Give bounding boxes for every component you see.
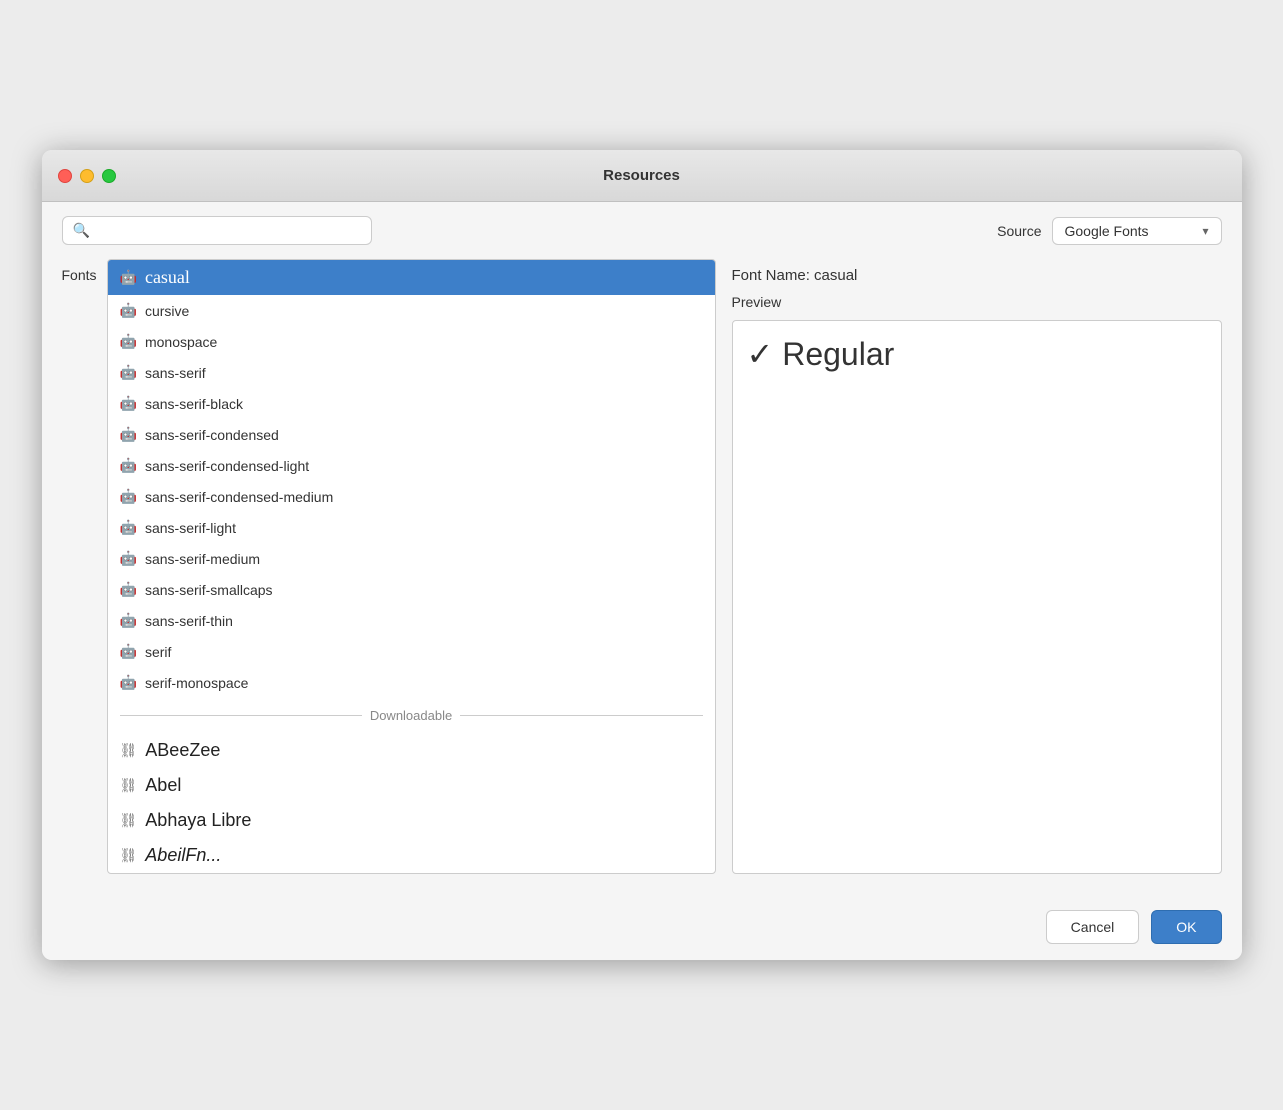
android-icon: 🤖 <box>120 488 137 505</box>
checkmark-icon: ✓ <box>747 336 774 372</box>
android-icon: 🤖 <box>120 395 137 412</box>
android-icon: 🤖 <box>120 612 137 629</box>
resources-window: Resources 🔍 Source Google Fonts ▾ Fonts … <box>42 150 1242 960</box>
source-label: Source <box>997 223 1041 239</box>
search-input[interactable] <box>96 223 361 239</box>
font-item-label: sans-serif-thin <box>145 613 233 629</box>
source-section: Source Google Fonts ▾ <box>997 217 1221 245</box>
titlebar: Resources <box>42 150 1242 202</box>
ok-button[interactable]: OK <box>1151 910 1221 944</box>
android-icon: 🤖 <box>120 519 137 536</box>
font-item-label: sans-serif-smallcaps <box>145 582 273 598</box>
list-item[interactable]: 🤖 sans-serif-black <box>108 388 715 419</box>
window-title: Resources <box>603 167 680 184</box>
right-panel: Font Name: casual Preview ✓ Regular <box>732 259 1222 874</box>
list-item[interactable]: ⛓ ABeeZee <box>108 733 715 768</box>
list-item[interactable]: ⛓ Abel <box>108 768 715 803</box>
font-item-label: cursive <box>145 303 189 319</box>
android-icon: 🤖 <box>120 426 137 443</box>
list-item[interactable]: 🤖 serif-monospace <box>108 667 715 698</box>
list-item[interactable]: 🤖 monospace <box>108 326 715 357</box>
list-item[interactable]: ⛓ Abhaya Libre <box>108 803 715 838</box>
list-item[interactable]: 🤖 sans-serif-condensed <box>108 419 715 450</box>
android-icon: 🤖 <box>120 643 137 660</box>
font-name-label: Font Name: casual <box>732 259 1222 284</box>
list-item[interactable]: 🤖 cursive <box>108 295 715 326</box>
maximize-button[interactable] <box>102 169 116 183</box>
android-icon: 🤖 <box>120 364 137 381</box>
android-icon: 🤖 <box>120 457 137 474</box>
source-dropdown[interactable]: Google Fonts ▾ <box>1052 217 1222 245</box>
list-item[interactable]: 🤖 sans-serif-light <box>108 512 715 543</box>
divider-line <box>460 715 702 716</box>
main-content: Fonts 🤖 casual 🤖 cursive 🤖 monospace 🤖 sans-ser… <box>42 259 1242 894</box>
android-icon: 🤖 <box>120 674 137 691</box>
preview-label: Preview <box>732 294 1222 310</box>
font-item-label: sans-serif-condensed-medium <box>145 489 333 505</box>
search-box[interactable]: 🔍 <box>62 216 372 245</box>
source-dropdown-value: Google Fonts <box>1065 223 1149 239</box>
font-list: 🤖 casual 🤖 cursive 🤖 monospace 🤖 sans-serif 🤖 san… <box>108 260 715 873</box>
link-icon: ⛓ <box>120 777 138 794</box>
list-item[interactable]: 🤖 sans-serif <box>108 357 715 388</box>
minimize-button[interactable] <box>80 169 94 183</box>
list-item[interactable]: ⛓ AbeilFn... <box>108 838 715 873</box>
chevron-down-icon: ▾ <box>1202 224 1208 238</box>
font-item-label: Abel <box>145 775 181 796</box>
font-item-label: sans-serif-light <box>145 520 236 536</box>
font-item-label: sans-serif-condensed <box>145 427 279 443</box>
toolbar: 🔍 Source Google Fonts ▾ <box>42 202 1242 259</box>
list-item[interactable]: 🤖 sans-serif-condensed-medium <box>108 481 715 512</box>
android-icon: 🤖 <box>120 581 137 598</box>
list-item[interactable]: 🤖 sans-serif-condensed-light <box>108 450 715 481</box>
font-item-label: casual <box>145 267 190 288</box>
android-icon: 🤖 <box>120 550 137 567</box>
search-icon: 🔍 <box>73 222 90 239</box>
section-divider: Downloadable <box>108 698 715 733</box>
fonts-label: Fonts <box>62 259 97 874</box>
cancel-button[interactable]: Cancel <box>1046 910 1140 944</box>
android-icon: 🤖 <box>120 269 137 286</box>
close-button[interactable] <box>58 169 72 183</box>
font-item-label: sans-serif-black <box>145 396 243 412</box>
font-item-label: serif <box>145 644 171 660</box>
font-item-label: ABeeZee <box>145 740 220 761</box>
font-item-label: Abhaya Libre <box>145 810 251 831</box>
font-item-label: AbeilFn... <box>145 845 221 866</box>
list-item[interactable]: 🤖 sans-serif-thin <box>108 605 715 636</box>
android-icon: 🤖 <box>120 302 137 319</box>
font-item-label: sans-serif-medium <box>145 551 260 567</box>
list-item[interactable]: 🤖 casual <box>108 260 715 295</box>
font-item-label: sans-serif-condensed-light <box>145 458 309 474</box>
link-icon: ⛓ <box>120 812 138 829</box>
list-item[interactable]: 🤖 sans-serif-smallcaps <box>108 574 715 605</box>
link-icon: ⛓ <box>120 742 138 759</box>
list-item[interactable]: 🤖 serif <box>108 636 715 667</box>
footer: Cancel OK <box>42 894 1242 960</box>
list-item[interactable]: 🤖 sans-serif-medium <box>108 543 715 574</box>
divider-text: Downloadable <box>370 708 452 723</box>
link-icon: ⛓ <box>120 847 138 864</box>
font-list-container: 🤖 casual 🤖 cursive 🤖 monospace 🤖 sans-serif 🤖 san… <box>107 259 716 874</box>
font-item-label: sans-serif <box>145 365 206 381</box>
traffic-lights <box>58 169 116 183</box>
preview-regular: ✓ Regular <box>747 336 895 372</box>
preview-box: ✓ Regular <box>732 320 1222 874</box>
android-icon: 🤖 <box>120 333 137 350</box>
font-item-label: serif-monospace <box>145 675 249 691</box>
font-item-label: monospace <box>145 334 217 350</box>
divider-line <box>120 715 362 716</box>
left-panel: Fonts 🤖 casual 🤖 cursive 🤖 monospace 🤖 sans-ser… <box>62 259 716 874</box>
